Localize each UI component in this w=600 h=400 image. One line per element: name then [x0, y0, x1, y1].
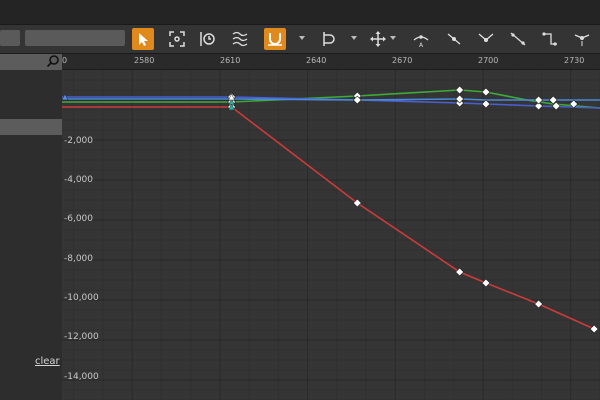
time-tool-button[interactable] [197, 28, 219, 50]
constant-tangent-icon [542, 32, 557, 46]
curve-plot[interactable] [62, 54, 600, 400]
svg-text:A: A [419, 42, 424, 48]
auto-tangent-icon: A [413, 35, 429, 48]
frame-icon [169, 31, 185, 47]
search-row[interactable] [0, 54, 62, 70]
magnet-icon [268, 33, 282, 46]
y-tick-label: -4,000 [64, 175, 94, 185]
wave-tool-button[interactable] [229, 28, 251, 50]
value-field[interactable] [25, 30, 125, 46]
title-strip [0, 0, 600, 25]
curve-graph[interactable]: 0 2580 2610 2640 2670 2700 2730 -2,000 -… [62, 54, 600, 400]
ruler-tick-label: 2610 [220, 56, 241, 65]
flatten-tangent-icon [574, 34, 590, 46]
constant-tangent-button[interactable] [539, 28, 561, 50]
y-tick-label: -14,000 [64, 372, 99, 382]
bracket-icon [323, 32, 335, 46]
time-ruler[interactable]: 0 2580 2610 2640 2670 2700 2730 [62, 54, 600, 70]
ruler-tick-label: 2700 [478, 56, 499, 65]
ruler-tick-label: 0 [62, 56, 68, 65]
snap-dropdown-icon[interactable] [298, 34, 306, 42]
break-tangent-button[interactable] [475, 28, 497, 50]
ruler-tick-label: 2640 [306, 56, 327, 65]
transform-tool-button[interactable] [367, 28, 389, 50]
ruler-tick-label: 2580 [134, 56, 155, 65]
snap-tool-button[interactable] [264, 28, 286, 50]
clock-icon [200, 32, 215, 46]
clear-link[interactable]: clear [35, 356, 60, 367]
arrow-cursor-icon [139, 33, 148, 46]
clamp-dropdown-icon[interactable] [350, 34, 358, 42]
ruler-tick-label: 2670 [392, 56, 413, 65]
y-tick-label: -10,000 [64, 293, 99, 303]
toolbar: A [0, 25, 600, 54]
user-tangent-icon [447, 33, 461, 45]
selected-track-row[interactable] [0, 119, 62, 135]
curve-list-panel: clear [0, 54, 63, 400]
curve-key [589, 324, 599, 334]
search-icon[interactable] [46, 54, 60, 68]
move-icon [370, 31, 386, 47]
break-tangent-icon [478, 33, 494, 42]
clamp-tool-button[interactable] [318, 28, 340, 50]
linear-tangent-button[interactable] [507, 28, 529, 50]
y-tick-label: -12,000 [64, 332, 99, 342]
curve-key [455, 85, 465, 95]
name-field[interactable] [0, 30, 20, 46]
transform-dropdown-icon[interactable] [389, 34, 397, 42]
y-tick-label: -8,000 [64, 254, 94, 264]
wave-icon [232, 31, 248, 47]
flatten-tangent-button[interactable] [571, 28, 593, 50]
user-tangent-button[interactable] [443, 28, 465, 50]
y-tick-label: -2,000 [64, 136, 94, 146]
select-tool-button[interactable] [132, 28, 154, 50]
linear-tangent-icon [510, 32, 526, 46]
frame-all-tool-button[interactable] [166, 28, 188, 50]
auto-tangent-button[interactable]: A [410, 28, 432, 50]
y-tick-label: -6,000 [64, 214, 94, 224]
ruler-tick-label: 2730 [564, 56, 585, 65]
